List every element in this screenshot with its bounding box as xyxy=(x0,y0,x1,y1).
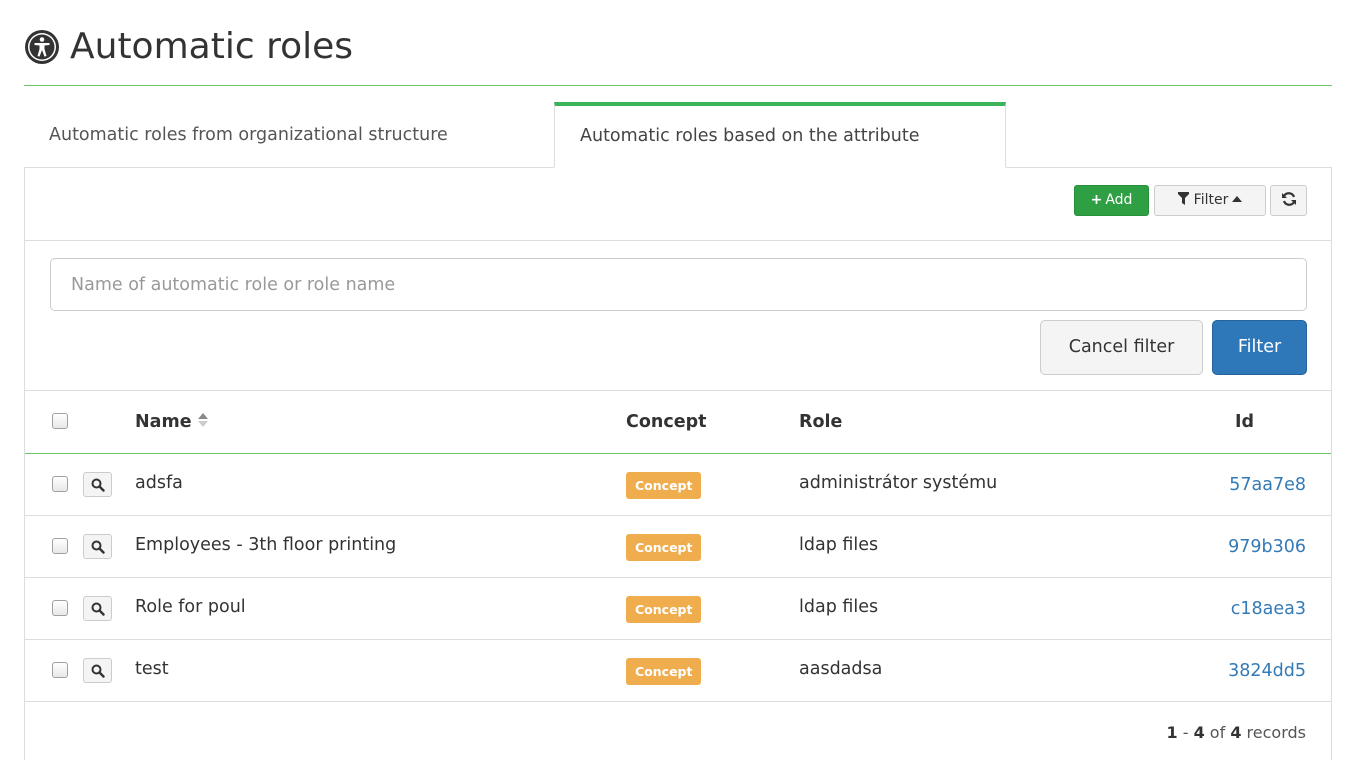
page: Automatic roles Automatic roles from org… xyxy=(0,0,1354,760)
table-body: adsfa Concept administrátor systému 57aa… xyxy=(25,454,1331,702)
range-to: 4 xyxy=(1193,723,1205,742)
row-role: ldap files xyxy=(799,597,879,617)
row-role: aasdadsa xyxy=(799,659,883,679)
filter-toggle-button[interactable]: Filter xyxy=(1154,185,1266,216)
concept-badge: Concept xyxy=(626,534,702,561)
concept-badge: Concept xyxy=(626,658,702,685)
table-row: Role for poul Concept ldap files c18aea3 xyxy=(25,578,1331,640)
sort-icon xyxy=(197,413,208,427)
apply-filter-button[interactable]: Filter xyxy=(1212,320,1307,375)
column-header-role: Role xyxy=(799,412,843,432)
column-header-id: Id xyxy=(1235,412,1255,432)
detail-button[interactable] xyxy=(83,658,112,683)
column-header-concept: Concept xyxy=(626,412,707,432)
refresh-icon xyxy=(1281,191,1296,206)
refresh-button[interactable] xyxy=(1270,185,1307,216)
row-name: adsfa xyxy=(135,473,183,493)
tab-attribute[interactable]: Automatic roles based on the attribute xyxy=(554,102,1006,168)
total-count: 4 xyxy=(1230,723,1242,742)
search-input[interactable] xyxy=(50,258,1307,311)
pagination-info: 1 - 4 of 4 records xyxy=(25,702,1331,752)
row-checkbox[interactable] xyxy=(52,662,68,678)
page-title: Automatic roles xyxy=(70,26,354,67)
table-row: adsfa Concept administrátor systému 57aa… xyxy=(25,454,1331,516)
add-button-label: Add xyxy=(1105,192,1133,208)
detail-button[interactable] xyxy=(83,534,112,559)
range-from: 1 xyxy=(1166,723,1178,742)
row-checkbox[interactable] xyxy=(52,538,68,554)
concept-badge: Concept xyxy=(626,472,702,499)
row-role: administrátor systému xyxy=(799,473,998,493)
tab-organizational-structure[interactable]: Automatic roles from organizational stru… xyxy=(24,102,554,168)
column-name-label: Name xyxy=(135,412,192,432)
funnel-icon xyxy=(1177,192,1189,205)
search-icon xyxy=(91,664,105,678)
row-name: Role for poul xyxy=(135,597,246,617)
row-id-link[interactable]: 3824dd5 xyxy=(1228,640,1306,702)
filter-form: Cancel filter Filter xyxy=(25,241,1331,391)
detail-button[interactable] xyxy=(83,472,112,497)
row-role: ldap files xyxy=(799,535,879,555)
page-header: Automatic roles xyxy=(24,22,1332,86)
of-label: of xyxy=(1209,723,1226,742)
universal-access-icon xyxy=(25,30,59,64)
row-checkbox[interactable] xyxy=(52,600,68,616)
select-all-checkbox[interactable] xyxy=(52,413,68,429)
table-header: Name Concept Role Id xyxy=(25,391,1331,454)
cancel-filter-button[interactable]: Cancel filter xyxy=(1040,320,1203,375)
row-id-link[interactable]: 57aa7e8 xyxy=(1229,454,1306,516)
filter-toggle-label: Filter xyxy=(1193,192,1229,208)
content-panel: +Add Filter Cancel filter Filter xyxy=(24,167,1332,760)
row-name: Employees - 3th floor printing xyxy=(135,535,397,555)
toolbar: + Add Filter xyxy=(25,167,1331,241)
row-checkbox[interactable] xyxy=(52,476,68,492)
add-button[interactable]: + Add xyxy=(1074,185,1149,216)
plus-icon: + xyxy=(1090,192,1103,208)
row-id-link[interactable]: 979b306 xyxy=(1228,516,1306,578)
table-row: test Concept aasdadsa 3824dd5 xyxy=(25,640,1331,702)
records-label: records xyxy=(1246,723,1306,742)
detail-button[interactable] xyxy=(83,596,112,621)
column-header-name[interactable]: Name xyxy=(135,391,208,454)
record-count: 1 - 4 of 4 records xyxy=(1166,723,1306,742)
caret-up-icon xyxy=(1232,196,1243,202)
row-name: test xyxy=(135,659,169,679)
concept-badge: Concept xyxy=(626,596,702,623)
table-row: Employees - 3th floor printing Concept l… xyxy=(25,516,1331,578)
search-icon xyxy=(91,478,105,492)
row-id-link[interactable]: c18aea3 xyxy=(1231,578,1306,640)
tab-bar: Automatic roles from organizational stru… xyxy=(24,102,1332,168)
search-icon xyxy=(91,540,105,554)
search-icon xyxy=(91,602,105,616)
